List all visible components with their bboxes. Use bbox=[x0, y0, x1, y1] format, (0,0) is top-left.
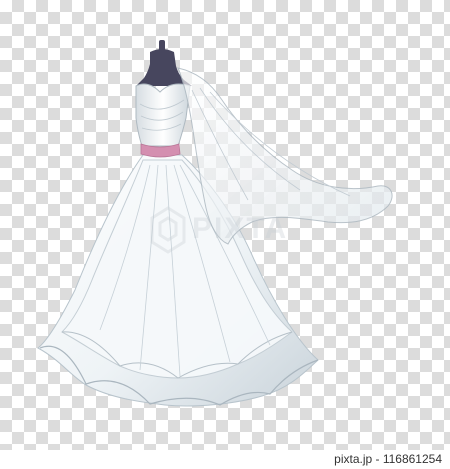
footer-bar: pixta.jp - 116861254 bbox=[0, 450, 450, 469]
veil bbox=[177, 67, 393, 245]
wedding-dress-illustration bbox=[37, 40, 393, 407]
stock-id-label: pixta.jp - 116861254 bbox=[334, 452, 442, 466]
image-canvas: PIXTA pixta.jp - 116861254 bbox=[0, 0, 450, 469]
bodice bbox=[135, 83, 191, 147]
